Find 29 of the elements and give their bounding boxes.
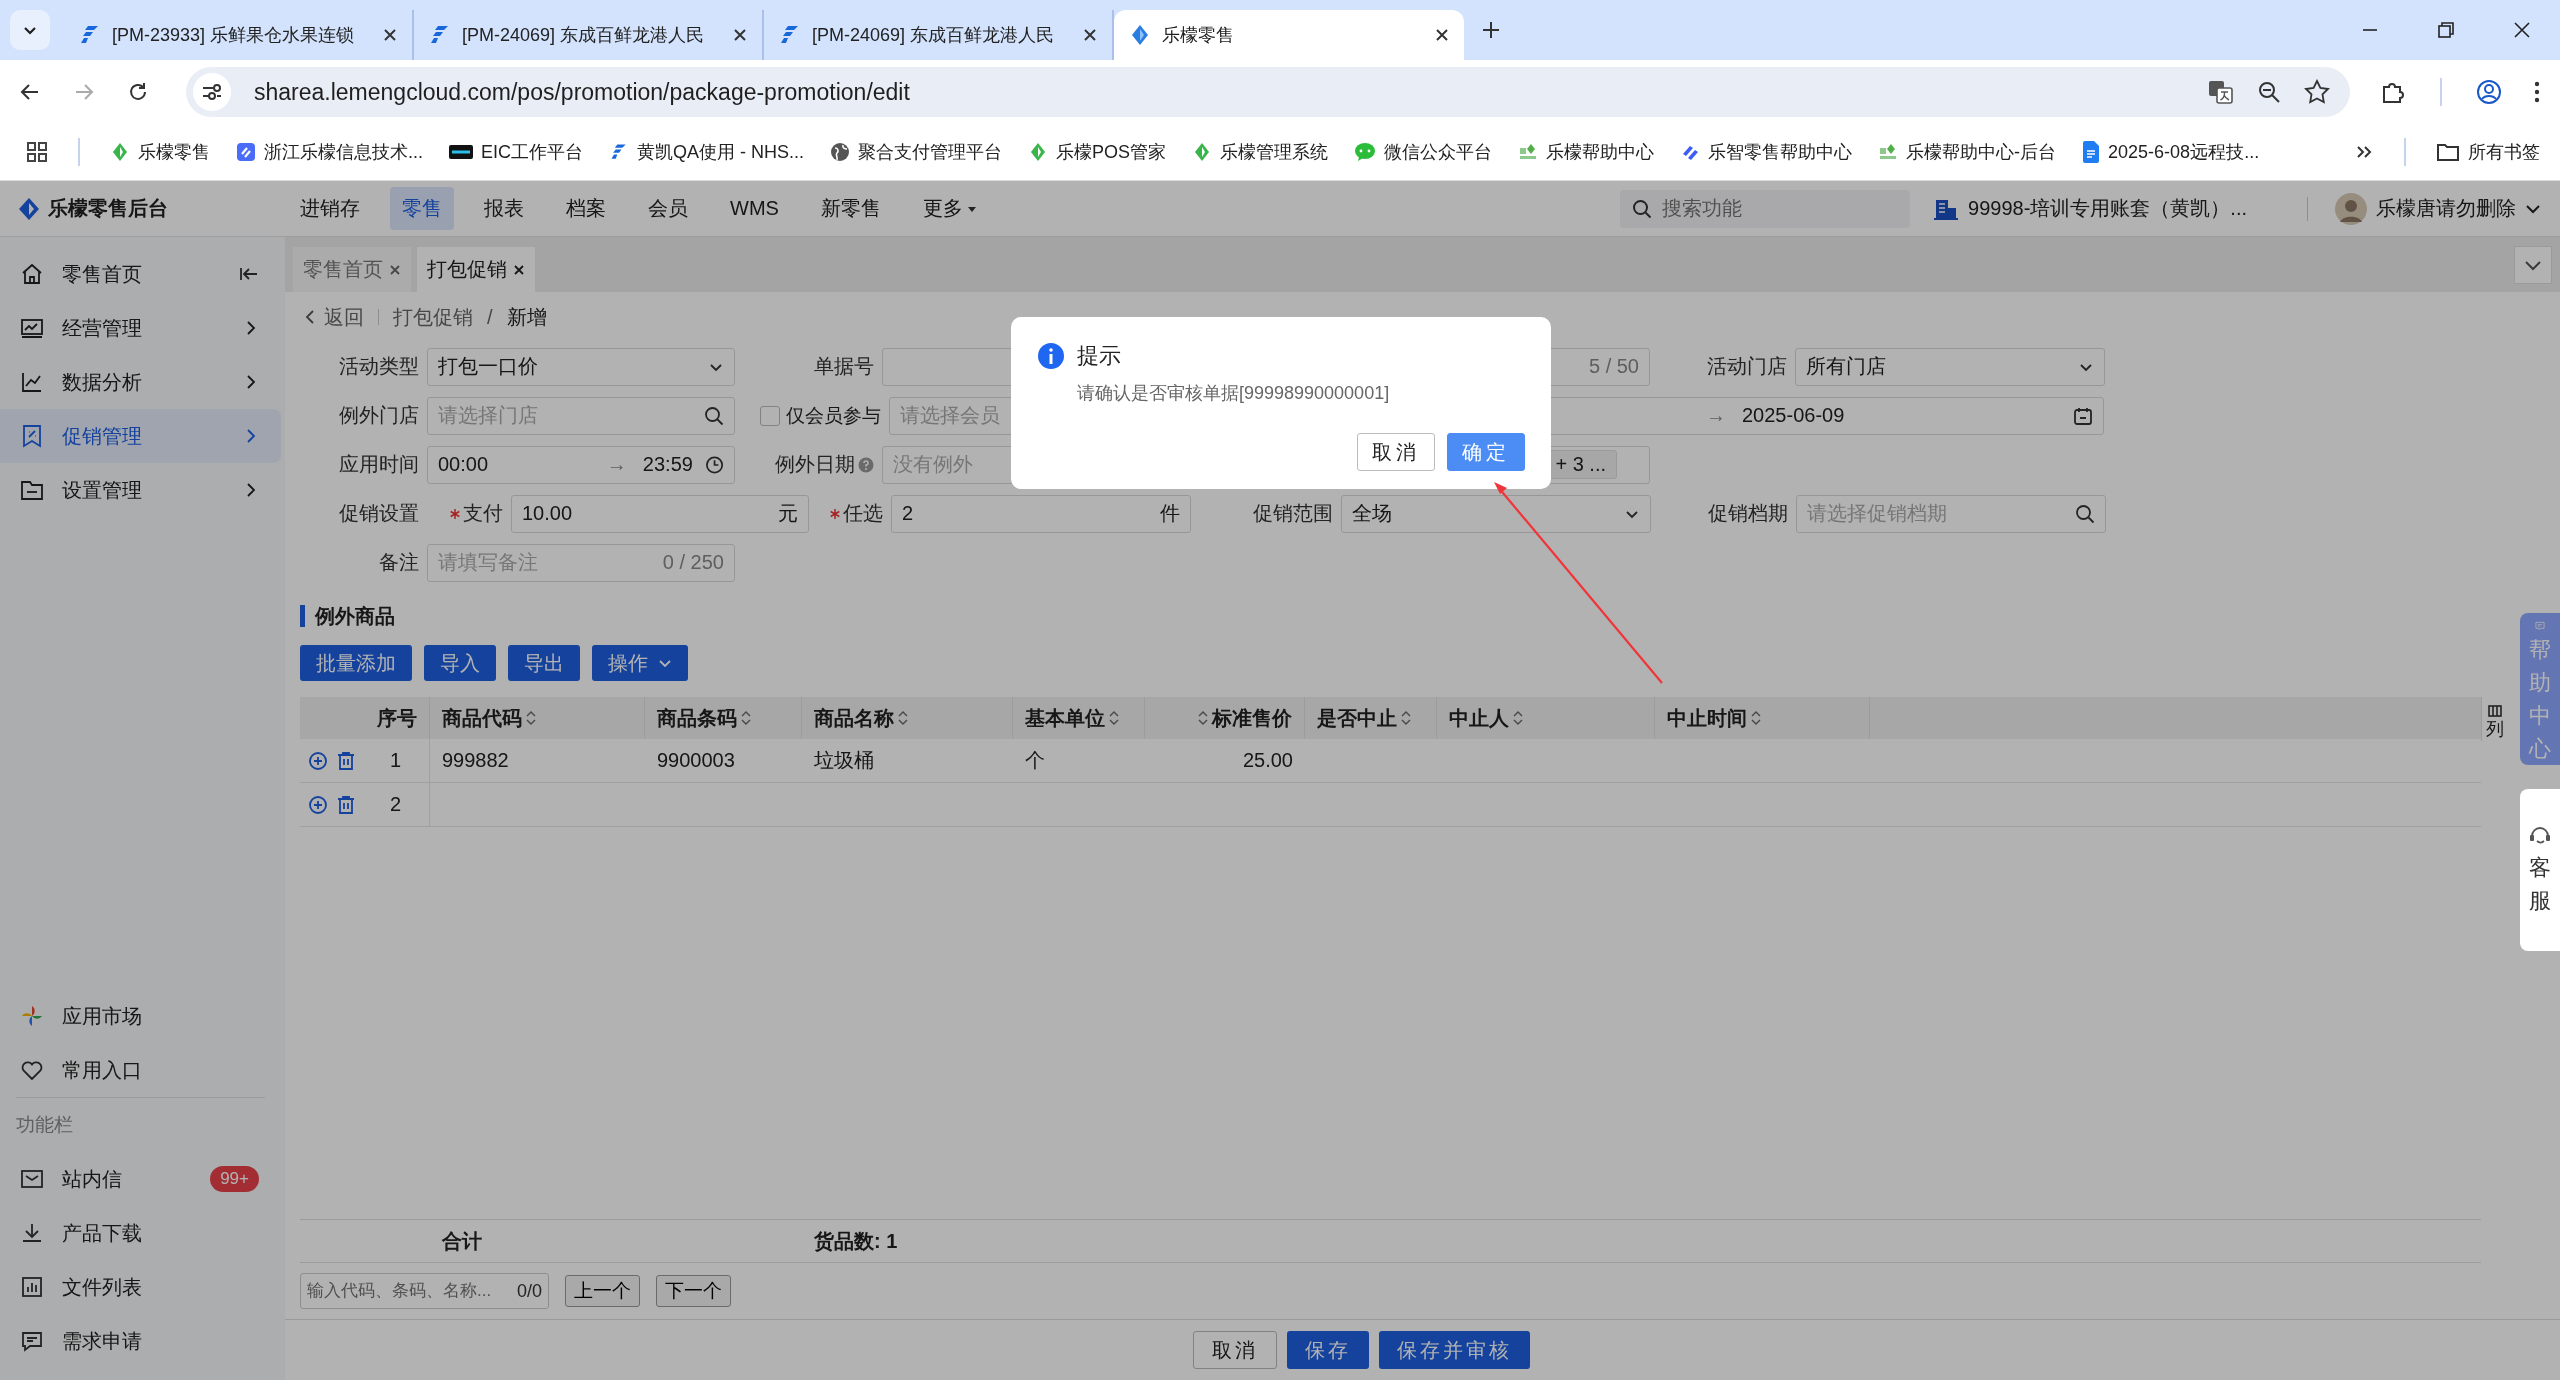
field-label: 备注 — [378, 550, 420, 575]
row-number: 2 — [389, 793, 401, 816]
table-cell-text: 垃圾桶 — [814, 748, 874, 773]
field-label: 促销档期 — [1707, 501, 1789, 526]
field-label: 单据号 — [813, 354, 875, 379]
table-cell-text: 个 — [1025, 748, 1045, 773]
breadcrumb-current: 新增 — [506, 304, 547, 330]
unread-badge: 99+ — [210, 1166, 259, 1192]
item-count: 货品数: 1 — [814, 1228, 898, 1254]
field-label: 活动类型 — [338, 354, 420, 379]
app-name: 乐檬零售后台 — [48, 196, 168, 221]
field-label: 应用时间 — [338, 452, 420, 477]
table-cell: 25.00 — [1242, 749, 1293, 772]
field-label: 支付 — [463, 501, 503, 526]
field-label: 促销设置 — [338, 501, 420, 526]
field-label: 促销范围 — [1252, 501, 1334, 526]
breadcrumb-separator: / — [487, 305, 493, 329]
field-label: 活动门店 — [1706, 354, 1788, 379]
table-cell: 9900003 — [657, 749, 735, 772]
url-text: sharea.lemengcloud.com/pos/promotion/package-promotion/edit — [254, 78, 910, 106]
field-label: 例外门店 — [338, 403, 420, 428]
section-title: 例外商品 — [300, 605, 395, 627]
field-label: 例外日期 — [775, 452, 855, 477]
total-label: 合计 — [442, 1228, 482, 1254]
row-number: 1 — [389, 749, 401, 772]
dialog-title: 提示 — [1077, 342, 1121, 370]
table-cell: 999882 — [442, 749, 509, 772]
field-label: 任选 — [843, 501, 883, 526]
section-label: 功能栏 — [15, 1113, 74, 1137]
